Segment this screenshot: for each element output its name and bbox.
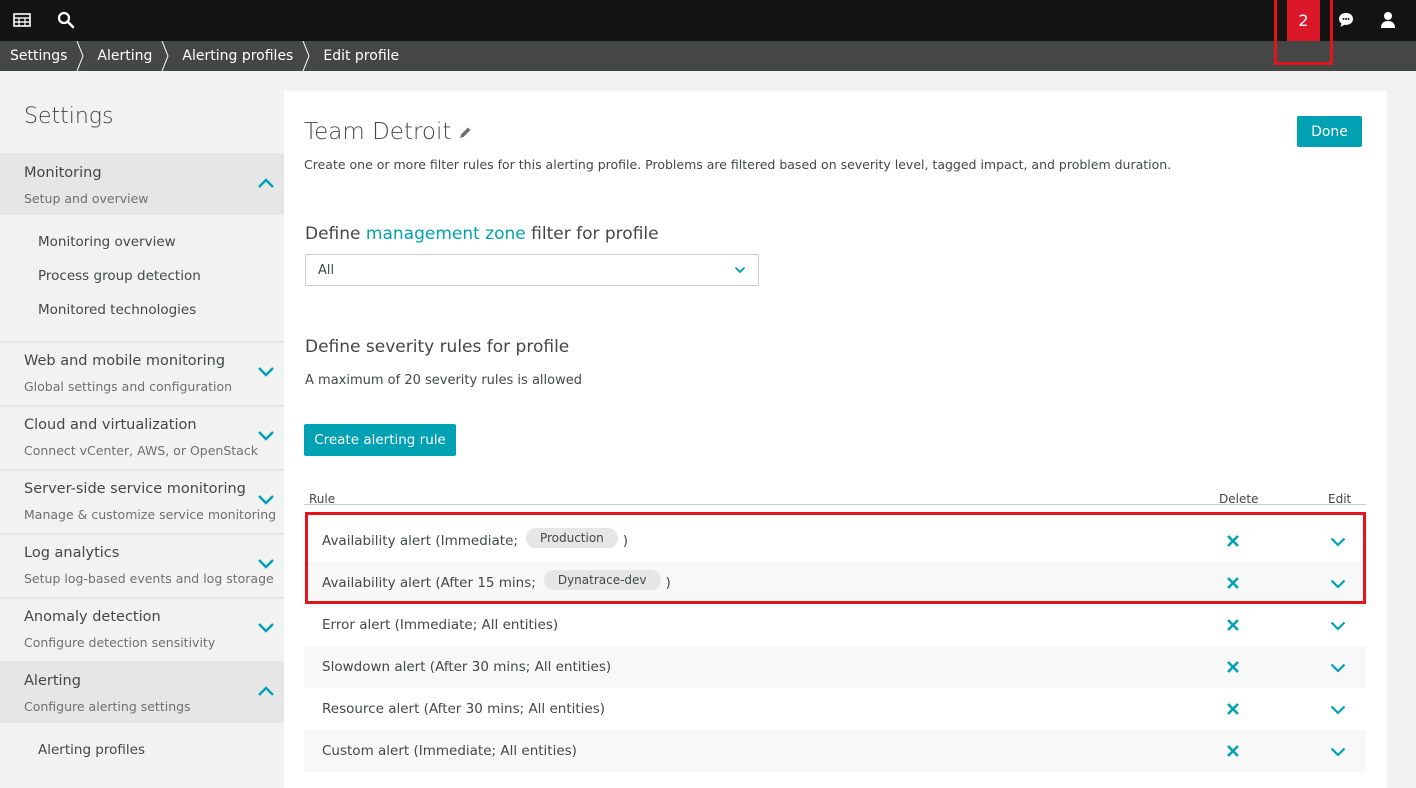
chevron-down-icon[interactable]: [1330, 705, 1346, 715]
heading-text: Define: [305, 224, 361, 244]
page-title: Team Detroit: [304, 119, 472, 145]
sidebar-title: Settings: [24, 104, 114, 129]
breadcrumb-settings[interactable]: Settings: [0, 41, 87, 71]
chat-icon[interactable]: [1336, 10, 1356, 30]
page-description: Create one or more filter rules for this…: [304, 157, 1172, 172]
section-subtitle: Configure alerting settings: [24, 699, 191, 714]
severity-rules-heading: Define severity rules for profile: [305, 337, 570, 357]
tag-chip: Dynatrace-dev: [543, 570, 661, 590]
settings-sidebar: Settings Monitoring Setup and overview M…: [0, 71, 284, 788]
notification-badge[interactable]: 2: [1287, 0, 1320, 41]
breadcrumb: Settings Alerting Alerting profiles Edit…: [0, 41, 1416, 71]
pencil-icon[interactable]: [459, 126, 472, 139]
breadcrumb-alerting-profiles[interactable]: Alerting profiles: [172, 41, 313, 71]
chevron-down-icon[interactable]: [257, 365, 275, 377]
section-subtitle: Connect vCenter, AWS, or OpenStack: [24, 443, 258, 458]
chevron-down-icon[interactable]: [1330, 663, 1346, 673]
breadcrumb-separator-icon: [76, 41, 84, 71]
delete-icon[interactable]: [1226, 618, 1240, 632]
top-navigation-bar: 2: [0, 0, 1416, 41]
user-icon[interactable]: [1378, 10, 1398, 30]
sidebar-section-cloud[interactable]: Cloud and virtualization Connect vCenter…: [0, 405, 284, 467]
chevron-down-icon[interactable]: [257, 557, 275, 569]
section-title: Log analytics: [24, 545, 120, 561]
rule-row: Availability alert (After 15 mins; Dynatr…: [304, 562, 1366, 604]
profile-name: Team Detroit: [304, 119, 452, 145]
section-title: Alerting: [24, 673, 81, 689]
rule-row: Custom alert (Immediate; All entities): [304, 730, 1366, 772]
create-alerting-rule-button[interactable]: Create alerting rule: [304, 424, 456, 456]
sidebar-section-monitoring[interactable]: Monitoring Setup and overview: [0, 153, 284, 215]
rule-label: Slowdown alert (After 30 mins; All entit…: [322, 659, 612, 675]
rule-label: Error alert (Immediate; All entities): [322, 617, 559, 633]
management-zone-select[interactable]: All: [305, 254, 759, 286]
breadcrumb-separator-icon: [302, 41, 310, 71]
section-subtitle: Manage & customize service monitoring: [24, 507, 277, 522]
section-subtitle: Setup and overview: [24, 191, 149, 206]
section-subtitle: Global settings and configuration: [24, 379, 233, 394]
chevron-down-icon[interactable]: [1330, 747, 1346, 757]
chevron-down-icon[interactable]: [257, 493, 275, 505]
breadcrumb-edit-profile: Edit profile: [323, 48, 400, 64]
rule-row: Availability alert (Immediate; Production…: [304, 520, 1366, 562]
sidebar-section-alerting[interactable]: Alerting Configure alerting settings: [0, 661, 284, 723]
search-icon[interactable]: [56, 10, 76, 30]
sidebar-section-server-side[interactable]: Server-side service monitoring Manage & …: [0, 469, 284, 531]
chevron-up-icon[interactable]: [257, 177, 275, 189]
sidebar-item-process-group-detection[interactable]: Process group detection: [38, 268, 201, 284]
delete-icon[interactable]: [1226, 660, 1240, 674]
sidebar-section-log-analytics[interactable]: Log analytics Setup log-based events and…: [0, 533, 284, 595]
rule-row: Error alert (Immediate; All entities): [304, 604, 1366, 646]
severity-rules-note: A maximum of 20 severity rules is allowe…: [305, 373, 582, 388]
section-subtitle: Configure detection sensitivity: [24, 635, 216, 650]
chevron-down-icon[interactable]: [1330, 579, 1346, 589]
section-subtitle: Setup log-based events and log storage: [24, 571, 274, 586]
rule-label: Resource alert (After 30 mins; All entit…: [322, 701, 606, 717]
chevron-down-icon[interactable]: [257, 621, 275, 633]
rule-row: Resource alert (After 30 mins; All entit…: [304, 688, 1366, 730]
delete-icon[interactable]: [1226, 576, 1240, 590]
done-button[interactable]: Done: [1297, 116, 1362, 147]
apps-menu-icon[interactable]: [12, 10, 32, 30]
notification-count: 2: [1298, 11, 1309, 30]
edit-profile-card: Team Detroit Create one or more filter r…: [284, 91, 1387, 788]
section-title: Monitoring: [24, 165, 102, 181]
rule-row: Slowdown alert (After 30 mins; All entit…: [304, 646, 1366, 688]
chevron-down-icon: [734, 266, 746, 274]
management-zone-heading: Define management zone filter for profil…: [305, 224, 659, 244]
chevron-down-icon[interactable]: [1330, 537, 1346, 547]
sidebar-item-alerting-profiles[interactable]: Alerting profiles: [38, 742, 145, 758]
delete-icon[interactable]: [1226, 534, 1240, 548]
rule-label: Availability alert (After 15 mins; Dynatr…: [322, 562, 671, 604]
breadcrumb-separator-icon: [161, 41, 169, 71]
chevron-up-icon[interactable]: [257, 685, 275, 697]
heading-text: filter for profile: [531, 224, 659, 244]
sidebar-section-anomaly-detection[interactable]: Anomaly detection Configure detection se…: [0, 597, 284, 659]
section-title: Cloud and virtualization: [24, 417, 197, 433]
delete-icon[interactable]: [1226, 702, 1240, 716]
breadcrumb-alerting[interactable]: Alerting: [87, 41, 172, 71]
rule-label: Custom alert (Immediate; All entities): [322, 743, 577, 759]
sidebar-item-monitored-technologies[interactable]: Monitored technologies: [38, 302, 196, 318]
section-title: Server-side service monitoring: [24, 481, 246, 497]
tag-chip: Production: [525, 528, 618, 548]
chevron-down-icon[interactable]: [257, 429, 275, 441]
sidebar-section-web-mobile[interactable]: Web and mobile monitoring Global setting…: [0, 341, 284, 403]
select-value: All: [318, 262, 335, 278]
rule-label: Availability alert (Immediate; Production…: [322, 520, 628, 562]
management-zone-link[interactable]: management zone: [366, 224, 526, 244]
section-title: Anomaly detection: [24, 609, 161, 625]
header-divider: [304, 504, 1366, 505]
delete-icon[interactable]: [1226, 744, 1240, 758]
section-title: Web and mobile monitoring: [24, 353, 226, 369]
chevron-down-icon[interactable]: [1330, 621, 1346, 631]
sidebar-item-monitoring-overview[interactable]: Monitoring overview: [38, 234, 176, 250]
